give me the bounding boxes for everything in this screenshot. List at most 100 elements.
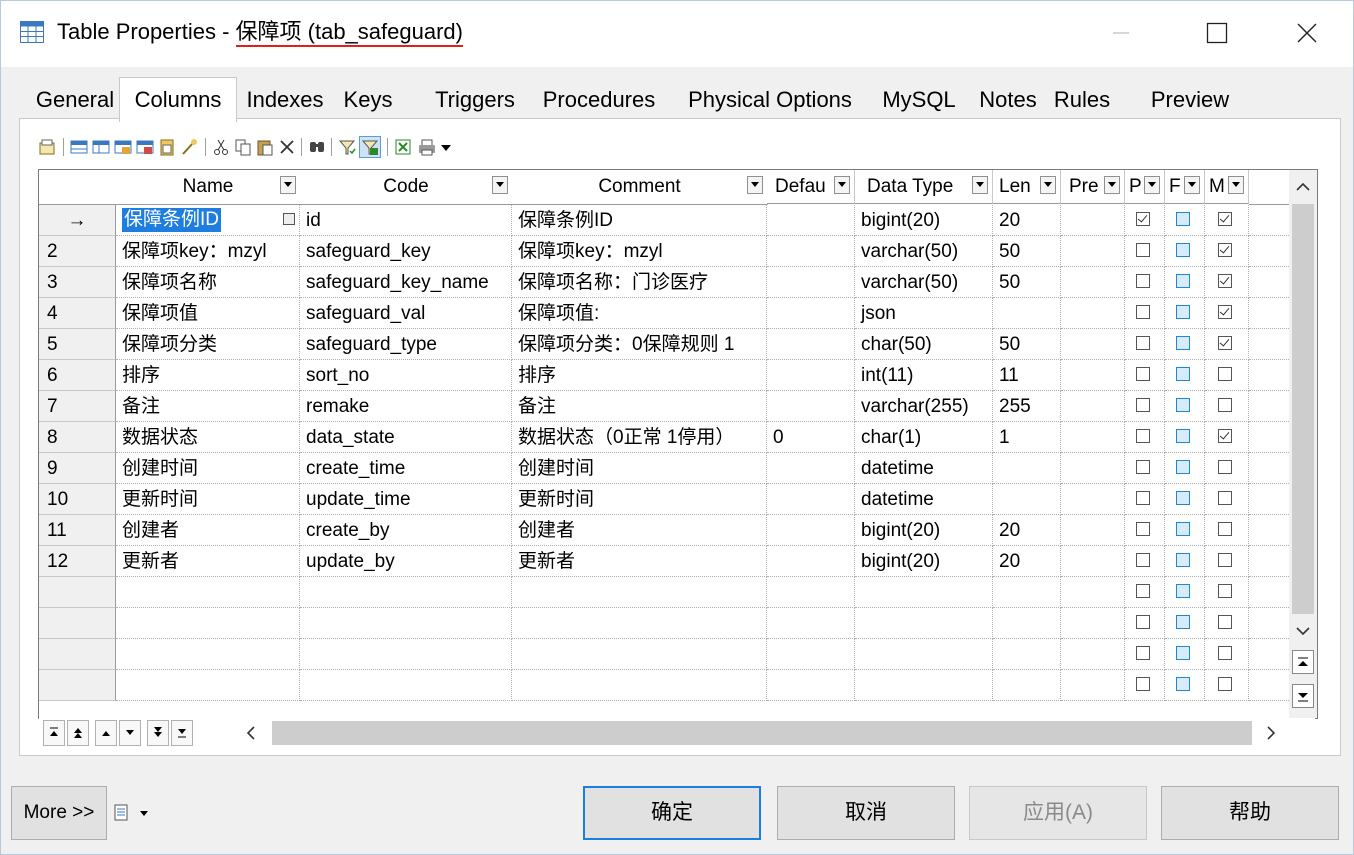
- cell-code[interactable]: safeguard_type: [300, 329, 512, 360]
- cell-default[interactable]: [767, 205, 855, 236]
- cell-comment[interactable]: 排序: [512, 360, 767, 391]
- cell-code[interactable]: update_time: [300, 484, 512, 515]
- row-number[interactable]: 4: [39, 298, 116, 329]
- cell-primary[interactable]: [1125, 484, 1165, 515]
- tab-indexes[interactable]: Indexes: [240, 81, 330, 119]
- add-row-icon[interactable]: [91, 137, 111, 157]
- cell-default[interactable]: [767, 329, 855, 360]
- delete-column-icon[interactable]: [135, 137, 155, 157]
- mandatory-checkbox[interactable]: [1218, 212, 1232, 226]
- tab-procedures[interactable]: Procedures: [535, 81, 663, 119]
- cell-primary[interactable]: [1125, 236, 1165, 267]
- col-header-default[interactable]: Defau: [767, 170, 855, 204]
- table-row[interactable]: 6 排序 sort_no 排序 int(11) 11: [39, 360, 1289, 391]
- cell-primary[interactable]: [1125, 577, 1165, 608]
- cell-code[interactable]: [300, 608, 512, 639]
- cell-code[interactable]: safeguard_key_name: [300, 267, 512, 298]
- cell-data-type[interactable]: [855, 670, 993, 701]
- add-column-icon[interactable]: [113, 137, 133, 157]
- cell-precision[interactable]: [1061, 205, 1125, 236]
- cell-mandatory[interactable]: [1205, 329, 1249, 360]
- help-button[interactable]: 帮助: [1161, 786, 1339, 840]
- cell-mandatory[interactable]: [1205, 639, 1249, 670]
- cell-foreign[interactable]: [1165, 453, 1205, 484]
- cell-code[interactable]: create_time: [300, 453, 512, 484]
- cell-primary[interactable]: [1125, 608, 1165, 639]
- cell-default[interactable]: [767, 608, 855, 639]
- row-number[interactable]: →: [39, 205, 116, 236]
- table-row[interactable]: 10 更新时间 update_time 更新时间 datetime: [39, 484, 1289, 515]
- apply-button[interactable]: 应用(A): [969, 786, 1147, 840]
- cell-comment[interactable]: 更新时间: [512, 484, 767, 515]
- table-row[interactable]: [39, 577, 1289, 608]
- tab-keys[interactable]: Keys: [340, 81, 396, 119]
- cell-name[interactable]: [116, 577, 300, 608]
- cell-foreign[interactable]: [1165, 329, 1205, 360]
- move-top-button[interactable]: [43, 720, 65, 746]
- cell-foreign[interactable]: [1165, 577, 1205, 608]
- cell-mandatory[interactable]: [1205, 453, 1249, 484]
- cell-code[interactable]: id: [300, 205, 512, 236]
- tab-columns[interactable]: Columns: [119, 77, 237, 122]
- export-excel-icon[interactable]: [393, 137, 413, 157]
- mandatory-checkbox[interactable]: [1218, 491, 1232, 505]
- tab-general[interactable]: General: [27, 81, 123, 119]
- tab-physical-options[interactable]: Physical Options: [675, 81, 865, 119]
- cell-primary[interactable]: [1125, 453, 1165, 484]
- chevron-down-icon[interactable]: [1040, 176, 1056, 194]
- properties-icon[interactable]: [37, 137, 57, 157]
- foreign-key-checkbox[interactable]: [1176, 212, 1190, 226]
- cell-data-type[interactable]: [855, 639, 993, 670]
- cell-primary[interactable]: [1125, 546, 1165, 577]
- cell-mandatory[interactable]: [1205, 515, 1249, 546]
- table-row[interactable]: 3 保障项名称 safeguard_key_name 保障项名称：门诊医疗 varcha…: [39, 267, 1289, 298]
- cell-name[interactable]: [116, 639, 300, 670]
- primary-key-checkbox[interactable]: [1136, 243, 1150, 257]
- cell-data-type[interactable]: json: [855, 298, 993, 329]
- cell-default[interactable]: [767, 298, 855, 329]
- cell-mandatory[interactable]: [1205, 298, 1249, 329]
- more-button[interactable]: More >>: [11, 786, 107, 840]
- mandatory-checkbox[interactable]: [1218, 522, 1232, 536]
- primary-key-checkbox[interactable]: [1136, 584, 1150, 598]
- cell-mandatory[interactable]: [1205, 484, 1249, 515]
- cell-foreign[interactable]: [1165, 484, 1205, 515]
- cell-primary[interactable]: [1125, 205, 1165, 236]
- row-number[interactable]: [39, 577, 116, 608]
- cell-name[interactable]: [116, 670, 300, 701]
- cell-primary[interactable]: [1125, 670, 1165, 701]
- cell-comment[interactable]: 保障项分类：0保障规则 1: [512, 329, 767, 360]
- cell-code[interactable]: create_by: [300, 515, 512, 546]
- cell-mandatory[interactable]: [1205, 391, 1249, 422]
- cell-precision[interactable]: [1061, 670, 1125, 701]
- cell-primary[interactable]: [1125, 267, 1165, 298]
- cell-default[interactable]: [767, 267, 855, 298]
- primary-key-checkbox[interactable]: [1136, 646, 1150, 660]
- cell-comment[interactable]: 数据状态（0正常 1停用）: [512, 422, 767, 453]
- mandatory-checkbox[interactable]: [1218, 460, 1232, 474]
- cell-foreign[interactable]: [1165, 298, 1205, 329]
- mandatory-checkbox[interactable]: [1218, 584, 1232, 598]
- cell-comment[interactable]: 创建者: [512, 515, 767, 546]
- row-number[interactable]: 12: [39, 546, 116, 577]
- cut-icon[interactable]: [211, 137, 231, 157]
- table-row[interactable]: 9 创建时间 create_time 创建时间 datetime: [39, 453, 1289, 484]
- row-number[interactable]: 5: [39, 329, 116, 360]
- foreign-key-checkbox[interactable]: [1176, 553, 1190, 567]
- cell-length[interactable]: 20: [993, 546, 1061, 577]
- primary-key-checkbox[interactable]: [1136, 553, 1150, 567]
- cell-edit-icon[interactable]: [283, 213, 295, 225]
- cell-length[interactable]: [993, 670, 1061, 701]
- cell-precision[interactable]: [1061, 360, 1125, 391]
- cell-length[interactable]: [993, 484, 1061, 515]
- cell-mandatory[interactable]: [1205, 267, 1249, 298]
- chevron-down-icon[interactable]: [747, 176, 763, 194]
- cell-foreign[interactable]: [1165, 205, 1205, 236]
- cell-precision[interactable]: [1061, 515, 1125, 546]
- move-page-down-button[interactable]: [147, 720, 169, 746]
- cell-comment[interactable]: 创建时间: [512, 453, 767, 484]
- primary-key-checkbox[interactable]: [1136, 491, 1150, 505]
- cell-data-type[interactable]: varchar(50): [855, 267, 993, 298]
- cell-primary[interactable]: [1125, 329, 1165, 360]
- primary-key-checkbox[interactable]: [1136, 460, 1150, 474]
